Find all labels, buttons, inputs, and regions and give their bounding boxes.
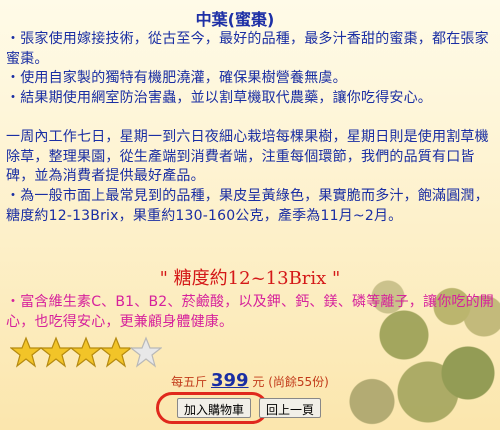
brix-highlight: " 糖度約12~13Brix " — [159, 268, 341, 289]
action-buttons: 加入購物車 回上一頁 — [177, 398, 322, 418]
description-grafting: ・張家使用嫁接技術，從古至今，最好的品種，最多汁香甜的蜜棗，都在張家蜜棗。 — [6, 31, 489, 67]
star-filled-icon — [70, 336, 102, 368]
star-filled-icon — [10, 336, 42, 368]
price-prefix: 每五斤 — [171, 375, 208, 389]
description-fertilizer: ・使用自家製的獨特有機肥澆灌，確保果樹營養無虞。 — [6, 70, 347, 86]
star-filled-icon — [40, 336, 72, 368]
back-button[interactable]: 回上一頁 — [259, 398, 322, 418]
price-line: 每五斤 399 元 (尚餘55份) — [0, 370, 500, 391]
price-value: 399 — [210, 370, 249, 391]
star-filled-icon — [100, 336, 132, 368]
price-suffix: 元 (尚餘55份) — [252, 375, 329, 389]
description-pest-control: ・結果期使用網室防治害蟲，並以割草機取代農藥，讓你吃得安心。 — [6, 90, 432, 106]
star-empty-icon — [130, 336, 162, 368]
rating-stars — [10, 336, 162, 368]
description-variety: ・為一般市面上最常見到的品種，果皮呈黃綠色，果實脆而多汁，飽滿圓潤，糖度約12-… — [6, 188, 489, 224]
add-to-cart-button[interactable]: 加入購物車 — [177, 398, 252, 418]
nutrition-text: ・富含維生素C、B1、B2、菸鹼酸，以及鉀、鈣、鎂、磷等離子，讓你吃的開心，也吃… — [6, 294, 494, 330]
description-cultivation: 一周內工作七日，星期一到六日夜細心栽培每棵果樹，星期日則是使用割草機除草，整理果… — [6, 129, 489, 184]
product-title: 中葉(蜜棗) — [195, 10, 275, 29]
